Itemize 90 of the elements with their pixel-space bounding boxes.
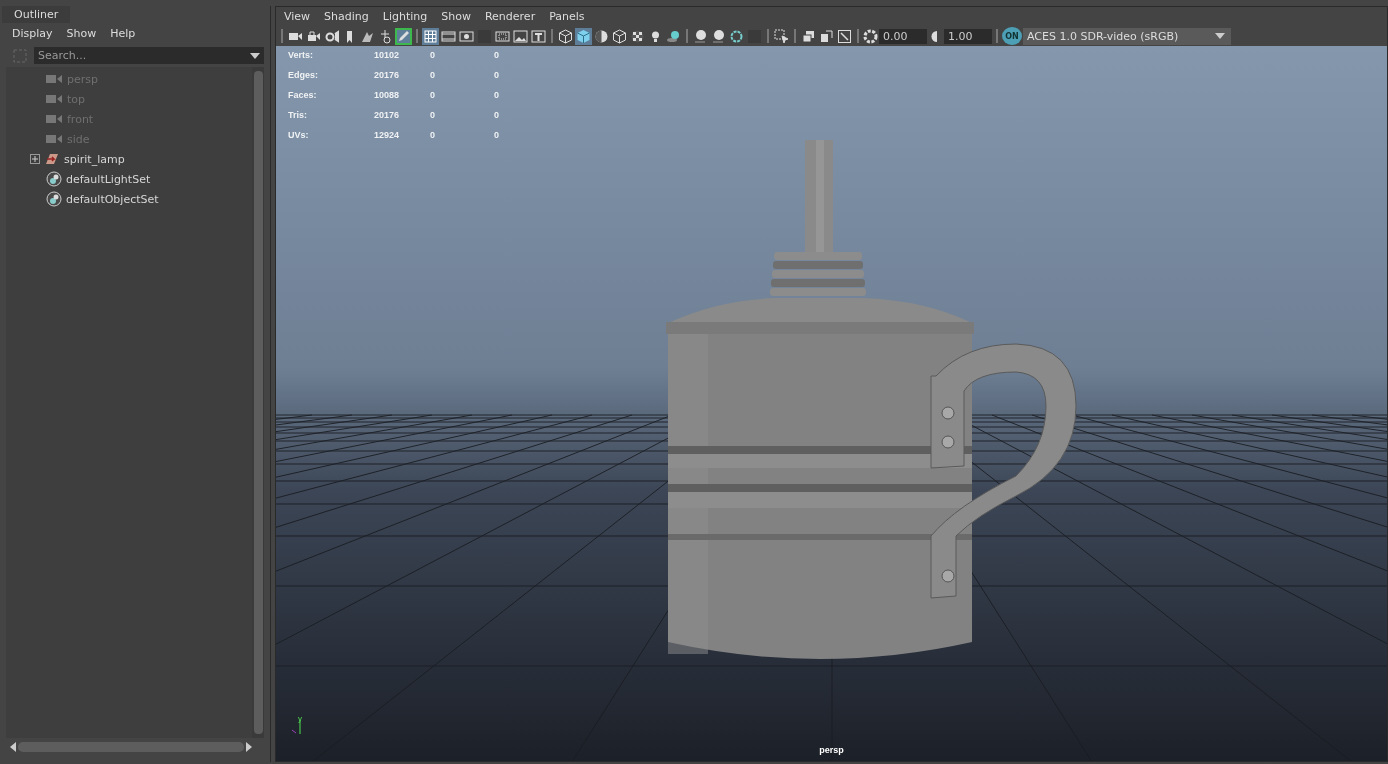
- toolbar-separator: [767, 29, 769, 43]
- toolbar-separator: [686, 29, 688, 43]
- stat-value: 0: [430, 129, 436, 142]
- toolbar-button[interactable]: [422, 27, 439, 45]
- outliner-item[interactable]: spirit_lamp: [6, 149, 252, 169]
- viewport-canvas[interactable]: Verts: 10102 0 0 Edges: 20176 0 0 Faces: 10088 0 0 Tris: 20176 0 0 UVs: 12924 0 0 y persp: [276, 46, 1387, 761]
- scroll-left-icon[interactable]: [10, 742, 16, 752]
- stat-value: 20176: [374, 69, 401, 82]
- outliner-tab[interactable]: Outliner: [2, 6, 71, 23]
- toolbar-button[interactable]: [836, 27, 853, 45]
- outliner-item[interactable]: defaultObjectSet: [6, 189, 252, 209]
- caret-icon: [1215, 33, 1225, 39]
- toolbar-separator: [857, 29, 859, 43]
- menu-item[interactable]: Show: [66, 27, 97, 40]
- menu-item[interactable]: Shading: [324, 10, 369, 23]
- toolbar-button[interactable]: [611, 27, 628, 45]
- sphere-icon: [692, 27, 709, 45]
- stat-value: 0: [430, 49, 436, 62]
- menu-item[interactable]: Show: [441, 10, 471, 23]
- stat-value: 0: [430, 69, 436, 82]
- camera-icon: [46, 134, 63, 144]
- camera-icon: [46, 114, 63, 124]
- stat-value: 0: [494, 109, 500, 122]
- menu-item[interactable]: Panels: [549, 10, 585, 23]
- stat-label: Verts:: [288, 49, 314, 62]
- toolbar-button[interactable]: [773, 27, 790, 45]
- color-management-toggle[interactable]: ON: [1002, 27, 1022, 45]
- toolbar-button[interactable]: [818, 27, 835, 45]
- sphere-icon: [710, 27, 727, 45]
- stat-label: Faces:: [288, 89, 318, 102]
- wireframe-cube-icon: [557, 27, 574, 45]
- stat-value: 0: [494, 49, 500, 62]
- stat-value: 0: [430, 89, 436, 102]
- stat-value: 10088: [374, 89, 401, 102]
- mesh-icon: [44, 152, 60, 166]
- menu-item[interactable]: Lighting: [382, 10, 428, 23]
- toolbar-button[interactable]: [557, 27, 574, 45]
- menu-item[interactable]: Renderer: [484, 10, 536, 23]
- dropdown-value: ACES 1.0 SDR-video (sRGB): [1027, 29, 1179, 43]
- grid-icon: [422, 27, 439, 45]
- menu-item[interactable]: View: [284, 10, 311, 23]
- outliner-item[interactable]: defaultLightSet: [6, 169, 252, 189]
- toolbar-button[interactable]: [530, 27, 547, 45]
- stat-label: UVs:: [288, 129, 310, 142]
- aperture-icon[interactable]: [863, 28, 878, 44]
- stat-label: Edges:: [288, 69, 319, 82]
- scroll-right-icon[interactable]: [246, 742, 252, 752]
- text-icon: [530, 27, 547, 45]
- set-icon: [46, 171, 62, 187]
- axis-gizmo: [291, 719, 301, 735]
- resize-icon: [836, 27, 853, 45]
- horizontal-scrollbar[interactable]: [10, 740, 252, 754]
- view-transform-dropdown[interactable]: ACES 1.0 SDR-video (sRGB): [1023, 27, 1231, 45]
- stat-value: 0: [494, 129, 500, 142]
- wireframe-cube-icon: [611, 27, 628, 45]
- menu-item[interactable]: Help: [110, 27, 136, 40]
- stat-value: 0: [494, 69, 500, 82]
- axis-label: y: [298, 714, 302, 723]
- stat-value: 0: [430, 109, 436, 122]
- selection-icon: [773, 27, 790, 45]
- camera-icon: [46, 74, 63, 84]
- menu-item[interactable]: Display: [12, 27, 53, 40]
- toolbar-separator: [794, 29, 796, 43]
- camera-name: persp: [819, 745, 844, 755]
- toolbar-button[interactable]: [710, 27, 727, 45]
- image-icon: [512, 27, 529, 45]
- camera-icon: [46, 94, 63, 104]
- toolbar-separator: [416, 29, 418, 43]
- toolbar-button[interactable]: [512, 27, 529, 45]
- search-field[interactable]: Search...: [34, 47, 264, 64]
- caret-icon: [250, 52, 260, 59]
- pencil-icon: [395, 27, 412, 45]
- toolbar-separator: [281, 29, 283, 43]
- vertical-scrollbar[interactable]: [252, 67, 264, 738]
- copy-icon: [818, 27, 835, 45]
- toolbar-button[interactable]: [395, 27, 412, 45]
- stat-label: Tris:: [288, 109, 308, 122]
- search-input[interactable]: Search...: [38, 49, 250, 62]
- cube-icon: [575, 27, 592, 45]
- toolbar-button[interactable]: [692, 27, 709, 45]
- set-icon: [46, 191, 62, 207]
- stat-value: 12924: [374, 129, 401, 142]
- gamma-field[interactable]: 1.00: [944, 28, 992, 44]
- toolbar-separator: [551, 29, 553, 43]
- stat-value: 0: [494, 89, 500, 102]
- stat-value: 20176: [374, 109, 401, 122]
- stat-value: 10102: [374, 49, 401, 62]
- expand-icon[interactable]: [30, 154, 40, 164]
- toolbar-button[interactable]: [575, 27, 592, 45]
- exposure-field[interactable]: 0.00: [879, 28, 927, 44]
